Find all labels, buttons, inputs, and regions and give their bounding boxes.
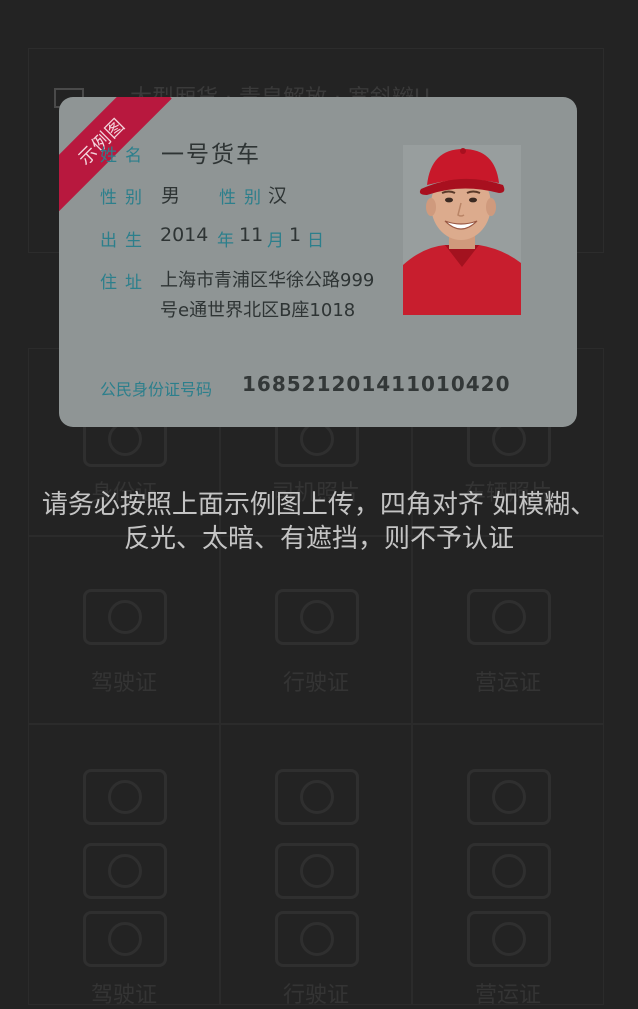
year-label: 年 [217,231,234,251]
upload-cell[interactable]: 行驶证 [220,536,412,724]
camera-icon [275,843,359,899]
upload-cell[interactable]: 驾驶证 [28,536,220,724]
camera-icon [275,911,359,967]
camera-icon [83,911,167,967]
camera-icon [83,843,167,899]
sample-id-card: 示例图 姓名 一号货车 性别 男 性别 汉 出生 2014 年 11 月 1 日… [59,97,577,427]
camera-icon [83,769,167,825]
gender-label: 性别 [100,188,150,208]
gender-value: 男 [161,185,181,207]
birth-day: 1 [289,224,302,246]
address-line-1: 上海市青浦区华徐公路999 [160,270,375,291]
upload-cell-label: 驾驶证 [90,983,157,1008]
upload-cell[interactable]: 行驶证 [220,724,412,1008]
camera-icon [83,589,167,645]
name-value: 一号货车 [161,142,261,168]
camera-icon [275,769,359,825]
ethnicity-value: 汉 [268,185,288,207]
ethnicity-label: 性别 [219,188,269,208]
upload-cell[interactable]: 营运证 [412,724,604,1008]
birth-label: 出生 [100,231,150,251]
birth-month: 11 [239,224,264,246]
address-label: 住址 [100,273,150,293]
upload-cell-label: 行驶证 [282,983,349,1008]
id-number-value: 168521201411010420 [242,372,511,396]
upload-cell-label: 行驶证 [282,671,349,696]
upload-cell-label: 营运证 [474,983,541,1008]
upload-cell-label: 营运证 [474,671,541,696]
day-label: 日 [307,231,324,251]
upload-cell[interactable]: 营运证 [412,536,604,724]
camera-icon [467,769,551,825]
name-label: 姓名 [100,146,150,166]
upload-instruction: 请务必按照上面示例图上传，四角对齐 如模糊、反光、太暗、有遮挡，则不予认证 [41,490,597,554]
upload-cell-label: 驾驶证 [90,671,157,696]
camera-icon [275,589,359,645]
portrait-photo [403,145,521,315]
upload-grid: 身份证 司机照片 车辆照片 驾驶证 行驶证 营运证 驾驶证 行驶证 营运证 [28,348,608,1008]
birth-year: 2014 [160,224,209,246]
camera-icon [467,911,551,967]
month-label: 月 [267,231,284,251]
camera-icon [467,589,551,645]
upload-cell[interactable]: 驾驶证 [28,724,220,1008]
camera-icon [467,843,551,899]
id-number-label: 公民身份证号码 [100,380,213,399]
address-line-2: 号e通世界北区B座1018 [160,300,356,321]
